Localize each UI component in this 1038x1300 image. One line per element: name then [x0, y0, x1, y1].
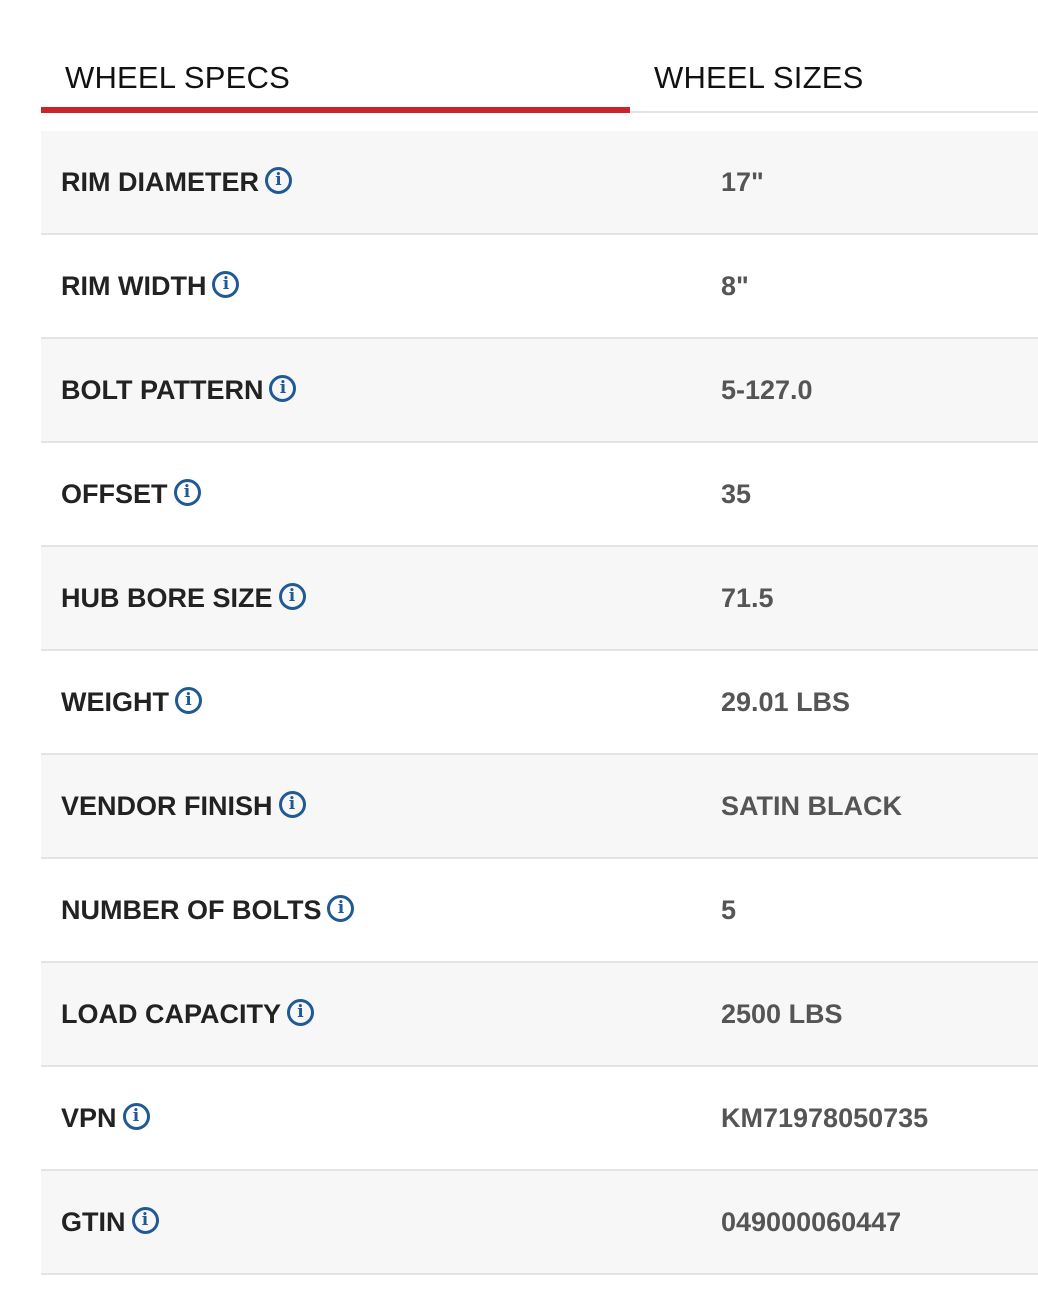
tab-wheel-specs-label: WHEEL SPECS	[65, 60, 290, 95]
spec-value: 29.01 LBS	[721, 686, 851, 717]
info-icon[interactable]: i	[278, 582, 306, 610]
info-icon[interactable]: i	[173, 478, 201, 506]
spec-name: WEIGHT	[61, 686, 169, 717]
spec-row-vendor-finish: VENDOR FINISH i SATIN BLACK	[41, 755, 1038, 859]
spec-name: HUB BORE SIZE	[61, 582, 273, 613]
wheel-specs-table: RIM DIAMETER i 17" RIM WIDTH i 8" BOLT P…	[41, 131, 1038, 1275]
spec-row-weight: WEIGHT i 29.01 LBS	[41, 651, 1038, 755]
spec-label-cell: GTIN i	[61, 1171, 159, 1273]
spec-label-cell: OFFSET i	[61, 443, 201, 545]
spec-name: RIM DIAMETER	[61, 166, 259, 197]
spec-tabs: WHEEL SPECS WHEEL SIZES	[41, 0, 1038, 113]
spec-name: VPN	[61, 1102, 117, 1133]
spec-name: BOLT PATTERN	[61, 374, 264, 405]
spec-row-offset: OFFSET i 35	[41, 443, 1038, 547]
info-icon[interactable]: i	[287, 998, 314, 1026]
spec-label-cell: LOAD CAPACITY i	[61, 963, 314, 1065]
spec-value: 71.5	[721, 582, 774, 613]
spec-value: 5-127.0	[721, 374, 813, 405]
spec-value: 2500 LBS	[721, 998, 843, 1029]
spec-value: KM71978050735	[721, 1102, 929, 1133]
info-icon[interactable]: i	[269, 374, 297, 402]
info-icon[interactable]: i	[278, 790, 306, 818]
spec-label-cell: NUMBER OF BOLTS i	[61, 859, 355, 961]
tab-wheel-specs[interactable]: WHEEL SPECS	[41, 0, 630, 113]
spec-value: 049000060447	[721, 1206, 902, 1237]
info-icon[interactable]: i	[265, 166, 292, 194]
spec-value: 35	[721, 478, 752, 509]
spec-value: 8"	[721, 270, 749, 301]
spec-name: GTIN	[61, 1206, 126, 1237]
spec-value: 17"	[721, 166, 764, 197]
spec-label-cell: VENDOR FINISH i	[61, 755, 306, 857]
info-icon[interactable]: i	[212, 270, 240, 298]
spec-label-cell: HUB BORE SIZE i	[61, 547, 306, 649]
spec-name: LOAD CAPACITY	[61, 998, 281, 1029]
spec-row-vpn: VPN i KM71978050735	[41, 1067, 1038, 1171]
spec-name: NUMBER OF BOLTS	[61, 894, 322, 925]
info-icon[interactable]: i	[327, 894, 355, 922]
spec-name: VENDOR FINISH	[61, 790, 273, 821]
spec-name: OFFSET	[61, 478, 168, 509]
tab-wheel-sizes[interactable]: WHEEL SIZES	[630, 0, 1038, 113]
spec-label-cell: BOLT PATTERN i	[61, 339, 297, 441]
tab-wheel-sizes-label: WHEEL SIZES	[654, 60, 864, 95]
info-icon[interactable]: i	[175, 686, 202, 714]
info-icon[interactable]: i	[131, 1206, 159, 1234]
spec-row-number-of-bolts: NUMBER OF BOLTS i 5	[41, 859, 1038, 963]
spec-row-bolt-pattern: BOLT PATTERN i 5-127.0	[41, 339, 1038, 443]
spec-name: RIM WIDTH	[61, 270, 207, 301]
spec-label-cell: RIM DIAMETER i	[61, 131, 292, 233]
spec-row-hub-bore-size: HUB BORE SIZE i 71.5	[41, 547, 1038, 651]
info-icon[interactable]: i	[122, 1102, 150, 1130]
spec-value: SATIN BLACK	[721, 790, 902, 821]
spec-row-load-capacity: LOAD CAPACITY i 2500 LBS	[41, 963, 1038, 1067]
spec-label-cell: VPN i	[61, 1067, 150, 1169]
spec-row-rim-diameter: RIM DIAMETER i 17"	[41, 131, 1038, 235]
spec-label-cell: RIM WIDTH i	[61, 235, 240, 337]
spec-value: 5	[721, 894, 737, 925]
spec-label-cell: WEIGHT i	[61, 651, 202, 753]
spec-row-gtin: GTIN i 049000060447	[41, 1171, 1038, 1275]
spec-row-rim-width: RIM WIDTH i 8"	[41, 235, 1038, 339]
